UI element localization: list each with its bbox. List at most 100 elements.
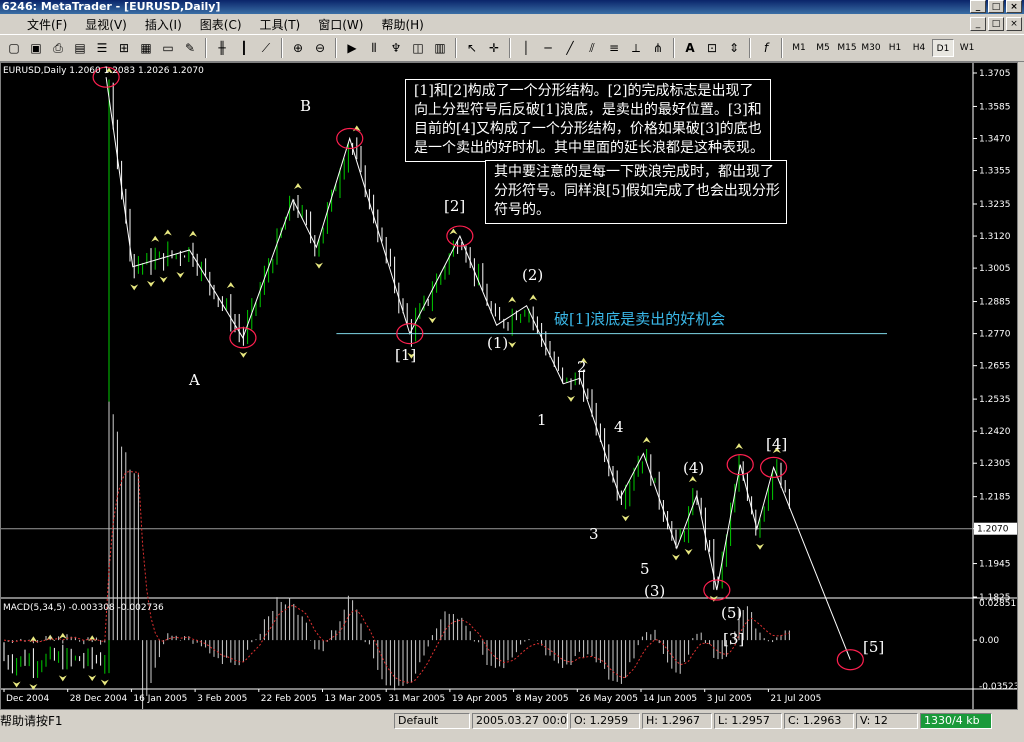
terminal-icon[interactable]: ▭ bbox=[158, 38, 178, 58]
new-chart-icon[interactable]: ▢ bbox=[4, 38, 24, 58]
timeframe-m30[interactable]: M30 bbox=[860, 39, 882, 57]
crosshair-icon[interactable]: ✛ bbox=[484, 38, 504, 58]
mdi-close-button[interactable]: × bbox=[1006, 17, 1022, 31]
date-tick-label: 26 May 2005 bbox=[579, 694, 638, 704]
timeframe-h1[interactable]: H1 bbox=[884, 39, 906, 57]
close-button[interactable]: × bbox=[1006, 0, 1022, 13]
minimize-button[interactable]: _ bbox=[970, 0, 986, 13]
text-icon[interactable]: A bbox=[680, 38, 700, 58]
menu-help[interactable]: 帮助(H) bbox=[372, 16, 432, 33]
chart-shift-icon[interactable]: ▶ bbox=[342, 38, 362, 58]
fractal-down-icon bbox=[239, 351, 248, 358]
timeframe-m15[interactable]: M15 bbox=[836, 39, 858, 57]
timeframe-d1[interactable]: D1 bbox=[932, 39, 954, 57]
wave-label-5-primary: [5] bbox=[863, 638, 885, 656]
navigator-icon[interactable]: ▦ bbox=[136, 38, 156, 58]
mdi-restore-button[interactable]: □ bbox=[988, 17, 1004, 31]
timeframe-w1[interactable]: W1 bbox=[956, 39, 978, 57]
vertical-line-icon[interactable]: │ bbox=[516, 38, 536, 58]
price-tick-label: 1.3120 bbox=[979, 232, 1011, 242]
annotation-line: 分形符号。同样浪[5]假如完成了也会出现分形 bbox=[494, 183, 780, 199]
line-chart-icon[interactable]: ⟋ bbox=[256, 38, 276, 58]
menu-insert[interactable]: 插入(I) bbox=[136, 16, 191, 33]
auto-scroll-icon[interactable]: ⫴ bbox=[364, 38, 384, 58]
timeframe-h4[interactable]: H4 bbox=[908, 39, 930, 57]
wave-label-2-intermediate: (2) bbox=[522, 266, 544, 284]
timeframe-m1[interactable]: M1 bbox=[788, 39, 810, 57]
date-tick-label: 19 Apr 2005 bbox=[452, 694, 508, 704]
price-tick-label: 1.2655 bbox=[979, 362, 1011, 372]
timeframe-m5[interactable]: M5 bbox=[812, 39, 834, 57]
date-tick-label: 22 Feb 2005 bbox=[261, 694, 317, 704]
annotation-box-2: 其中要注意的是每一下跌浪完成时，都出现了 分形符号。同样浪[5]假如完成了也会出… bbox=[485, 160, 787, 224]
fractal-down-icon bbox=[672, 554, 680, 561]
date-tick-label: 8 May 2005 bbox=[516, 694, 569, 704]
mdi-minimize-button[interactable]: _ bbox=[970, 17, 986, 31]
zoom-out-icon[interactable]: ⊖ bbox=[310, 38, 330, 58]
channel-icon[interactable]: ⫽ bbox=[582, 38, 602, 58]
market-watch-icon[interactable]: ☰ bbox=[92, 38, 112, 58]
trendline-icon[interactable]: ╱ bbox=[560, 38, 580, 58]
status-datetime: 2005.03.27 00:00 bbox=[472, 713, 568, 729]
periods-icon[interactable]: ◫ bbox=[408, 38, 428, 58]
price-tick-label: 1.2420 bbox=[979, 427, 1011, 437]
menu-tools[interactable]: 工具(T) bbox=[251, 16, 310, 33]
bar-chart-icon[interactable]: ╫ bbox=[212, 38, 232, 58]
date-tick-label: 16 Jan 2005 bbox=[133, 694, 187, 704]
status-volume: V: 12 bbox=[856, 713, 918, 729]
toolbar-separator bbox=[781, 38, 783, 58]
candlestick-icon[interactable]: ┃ bbox=[234, 38, 254, 58]
price-tick-label: 1.2305 bbox=[979, 459, 1011, 469]
menu-charts[interactable]: 图表(C) bbox=[191, 16, 251, 33]
fractal-tool-icon[interactable]: ⋔ bbox=[648, 38, 668, 58]
horizontal-line-icon[interactable]: ─ bbox=[538, 38, 558, 58]
templates-icon[interactable]: ▥ bbox=[430, 38, 450, 58]
annotation-line: [1]和[2]构成了一个分形结构。[2]的完成标志是出现了 bbox=[414, 83, 754, 99]
fractal-down-icon bbox=[147, 280, 155, 287]
fractal-down-icon bbox=[428, 317, 437, 324]
fractal-down-icon bbox=[508, 341, 517, 348]
annotation-line: 向上分型符号后反破[1]浪底，是卖出的最好位置。[3]和 bbox=[414, 102, 762, 118]
status-close: C: 1.2963 bbox=[784, 713, 854, 729]
indicators-icon[interactable]: ♆ bbox=[386, 38, 406, 58]
toolbar-separator bbox=[509, 38, 511, 58]
macd-tick-label: 0.02851 bbox=[979, 599, 1016, 609]
cursor-icon[interactable]: ↖ bbox=[462, 38, 482, 58]
price-tick-label: 1.3235 bbox=[979, 200, 1011, 210]
date-tick-label: 3 Feb 2005 bbox=[197, 694, 247, 704]
pivot-highlight-circle bbox=[836, 649, 864, 671]
print-preview-icon[interactable]: ▤ bbox=[70, 38, 90, 58]
symbol-label: EURUSD,Daily 1.2060 1.2083 1.2026 1.2070 bbox=[3, 66, 204, 76]
annotation-breakdown: 破[1]浪底是卖出的好机会 bbox=[554, 310, 726, 328]
data-window-icon[interactable]: ⊞ bbox=[114, 38, 134, 58]
date-tick-label: Dec 2004 bbox=[6, 694, 49, 704]
fractal-down-icon bbox=[130, 284, 139, 291]
save-icon[interactable]: ▣ bbox=[26, 38, 46, 58]
menu-window[interactable]: 窗口(W) bbox=[309, 16, 372, 33]
fibonacci-icon[interactable]: ≡ bbox=[604, 38, 624, 58]
annotation-box-1: [1]和[2]构成了一个分形结构。[2]的完成标志是出现了 向上分型符号后反破[… bbox=[405, 79, 771, 162]
zoom-in-icon[interactable]: ⊕ bbox=[288, 38, 308, 58]
expert-advisor-icon[interactable]: ✎ bbox=[180, 38, 200, 58]
status-low: L: 1.2957 bbox=[714, 713, 782, 729]
annotation-line: 其中要注意的是每一下跌浪完成时，都出现了 bbox=[494, 164, 774, 180]
maximize-button[interactable]: □ bbox=[988, 0, 1004, 13]
gann-icon[interactable]: ⟂ bbox=[626, 38, 646, 58]
function-icon[interactable]: f bbox=[756, 38, 776, 58]
toolbar: ▢ ▣ ⎙ ▤ ☰ ⊞ ▦ ▭ ✎ ╫ ┃ ⟋ ⊕ ⊖ ▶ ⫴ ♆ ◫ ▥ ↖ … bbox=[0, 34, 1024, 62]
toolbar-separator bbox=[455, 38, 457, 58]
chart-window[interactable]: 1.3705 1.3585 1.3470 1.3355 1.3235 1.3120 1.30… bbox=[0, 62, 1018, 710]
date-tick-label: 14 Jun 2005 bbox=[643, 694, 697, 704]
macd-tick-label: 0.00 bbox=[979, 636, 999, 646]
menu-view[interactable]: 显视(V) bbox=[76, 16, 136, 33]
status-connection: 1330/4 kb bbox=[920, 713, 992, 729]
print-icon[interactable]: ⎙ bbox=[48, 38, 68, 58]
wave-label-3-primary: [3] bbox=[723, 630, 745, 648]
wave-label-b: B bbox=[300, 97, 312, 115]
arrows-icon[interactable]: ⇕ bbox=[724, 38, 744, 58]
toolbar-separator bbox=[281, 38, 283, 58]
date-tick-label: 21 Jul 2005 bbox=[770, 694, 821, 704]
menu-file[interactable]: 文件(F) bbox=[18, 16, 76, 33]
text-label-icon[interactable]: ⊡ bbox=[702, 38, 722, 58]
fractal-up-icon bbox=[163, 229, 172, 236]
